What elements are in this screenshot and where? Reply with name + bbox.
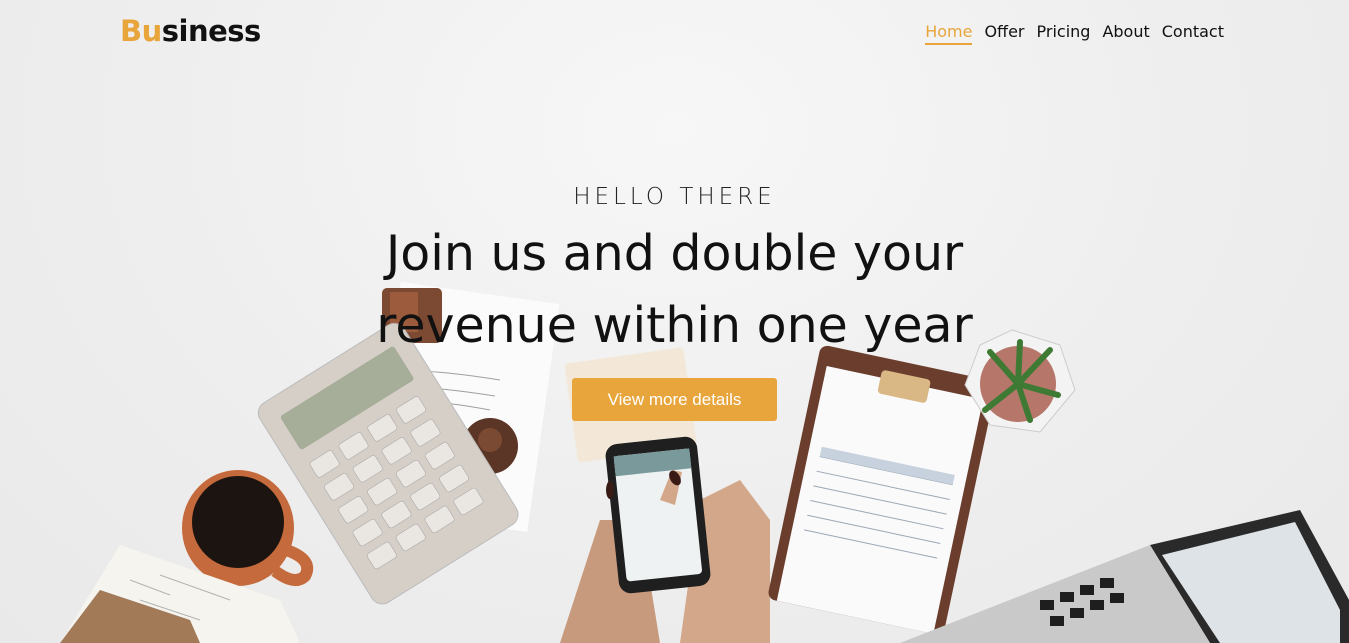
nav-pricing-link[interactable]: Pricing (1037, 22, 1091, 45)
hero-section: Business Home Offer Pricing About Contac… (0, 0, 1349, 643)
hero-eyebrow: HELLO THERE (573, 184, 776, 210)
brand-logo-accent: Bu (120, 14, 162, 48)
coffee-cup-image (182, 470, 314, 586)
nav-home-link[interactable]: Home (925, 22, 973, 45)
hero-headline: Join us and double your revenue within o… (0, 218, 1349, 362)
view-more-details-button[interactable]: View more details (572, 378, 777, 421)
top-navbar: Business Home Offer Pricing About Contac… (0, 0, 1349, 66)
brand-logo-rest: siness (161, 14, 262, 48)
hero-headline-line-1: Join us and double your (385, 225, 964, 282)
hero-headline-line-2: revenue within one year (376, 297, 973, 354)
brand-logo[interactable]: Business (120, 14, 261, 48)
hero-content: HELLO THERE Join us and double your reve… (0, 184, 1349, 421)
nav-contact-link[interactable]: Contact (1162, 22, 1224, 45)
main-nav: Home Offer Pricing About Contact (925, 22, 1224, 45)
laptop-image (900, 510, 1349, 643)
nav-offer-link[interactable]: Offer (984, 22, 1024, 45)
phone-hands-image (560, 436, 770, 643)
nav-about-link[interactable]: About (1102, 22, 1149, 45)
